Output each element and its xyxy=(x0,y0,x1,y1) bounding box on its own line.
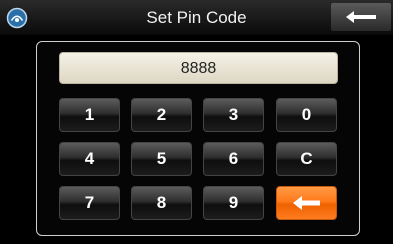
clear-key[interactable]: C xyxy=(276,142,337,176)
key-0[interactable]: 0 xyxy=(276,98,337,132)
home-icon[interactable] xyxy=(6,7,28,29)
left-arrow-icon xyxy=(292,196,320,210)
back-arrow-icon xyxy=(346,11,376,23)
backspace-key[interactable] xyxy=(276,186,337,220)
key-4[interactable]: 4 xyxy=(59,142,120,176)
key-3[interactable]: 3 xyxy=(203,98,264,132)
key-7[interactable]: 7 xyxy=(59,186,120,220)
key-8[interactable]: 8 xyxy=(131,186,192,220)
back-button[interactable] xyxy=(331,3,391,31)
key-5[interactable]: 5 xyxy=(131,142,192,176)
pin-display-field[interactable]: 8888 xyxy=(59,52,338,84)
key-9[interactable]: 9 xyxy=(203,186,264,220)
top-bar: Set Pin Code xyxy=(0,0,393,35)
key-6[interactable]: 6 xyxy=(203,142,264,176)
key-2[interactable]: 2 xyxy=(131,98,192,132)
key-1[interactable]: 1 xyxy=(59,98,120,132)
